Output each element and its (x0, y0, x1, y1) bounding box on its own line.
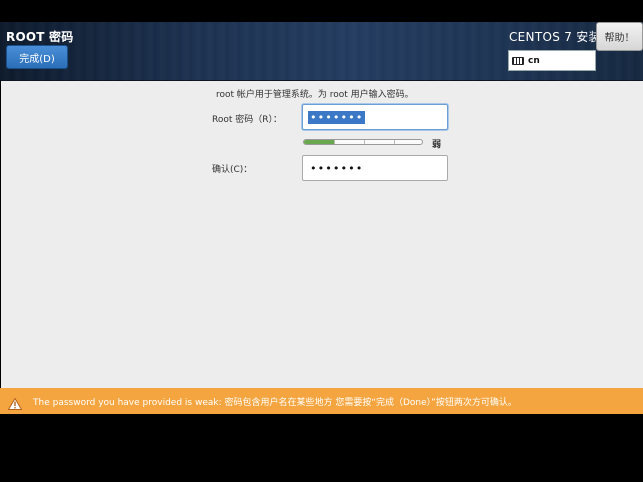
confirm-label: 确认(C)： (212, 165, 253, 175)
root-password-field[interactable]: ••••••• (302, 104, 448, 130)
product-title: CENTOS 7 安装 (509, 30, 601, 44)
warning-icon (7, 395, 23, 410)
strength-label: 弱 (432, 140, 442, 150)
done-button[interactable]: 完成(D) (6, 45, 68, 69)
confirm-value: ••••••• (310, 161, 364, 175)
help-button[interactable]: 帮助！ (596, 22, 643, 51)
password-label: Root 密码（R）： (212, 115, 283, 125)
keyboard-layout-indicator[interactable]: cn (508, 50, 596, 71)
strength-bar-fill (304, 140, 334, 144)
keyboard-icon (512, 56, 524, 65)
password-strength-bar (303, 139, 423, 145)
warning-bar[interactable]: The password you have provided is weak: … (0, 388, 643, 414)
spoke-header: ROOT 密码 完成(D) CENTOS 7 安装 cn (0, 22, 643, 81)
strength-segment (394, 140, 395, 144)
bottom-black-band (0, 414, 643, 482)
warning-text: The password you have provided is weak: … (33, 397, 517, 408)
strength-segment (334, 140, 335, 144)
keyboard-layout-label: cn (528, 55, 540, 66)
top-black-band (0, 0, 643, 22)
spoke-title: ROOT 密码 (6, 30, 74, 44)
confirm-password-field[interactable]: ••••••• (302, 155, 448, 181)
root-description: root 帐户用于管理系统。为 root 用户输入密码。 (216, 90, 414, 100)
strength-segment (364, 140, 365, 144)
password-value: ••••••• (308, 110, 366, 124)
main-content: root 帐户用于管理系统。为 root 用户输入密码。 Root 密码（R）：… (1, 81, 643, 388)
installer-screen: ROOT 密码 完成(D) CENTOS 7 安装 cn 帮助！ root 帐户… (0, 0, 643, 482)
